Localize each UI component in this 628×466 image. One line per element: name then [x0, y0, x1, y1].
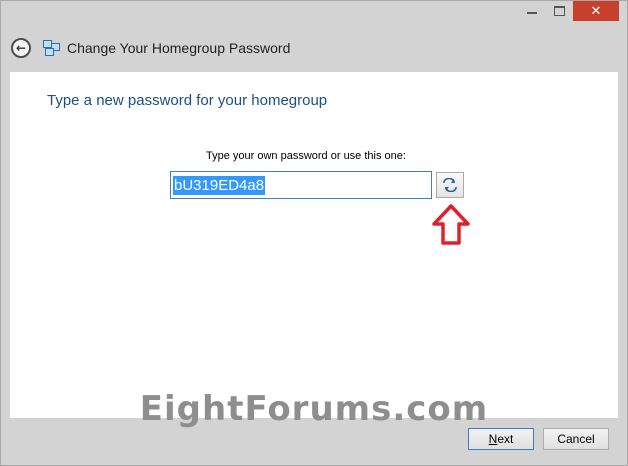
- window-title: Change Your Homegroup Password: [67, 40, 291, 56]
- password-label: Type your own password or use this one:: [206, 150, 406, 162]
- next-label-rest: ext: [497, 432, 514, 446]
- minimize-button[interactable]: [519, 1, 545, 21]
- next-label-accel: N: [488, 432, 498, 446]
- back-button[interactable]: ←: [11, 38, 31, 58]
- homegroup-icon: [43, 40, 61, 56]
- password-input[interactable]: bU319ED4a8: [170, 171, 432, 199]
- footer: Next Cancel: [1, 419, 627, 465]
- maximize-icon: [553, 6, 565, 16]
- annotation-arrow-icon: [432, 204, 470, 245]
- back-arrow-icon: ←: [15, 41, 27, 55]
- maximize-button[interactable]: [546, 1, 572, 21]
- close-icon: ✕: [590, 3, 602, 19]
- cancel-button[interactable]: Cancel: [543, 428, 609, 450]
- password-value: bU319ED4a8: [173, 176, 266, 195]
- next-button[interactable]: Next: [468, 428, 534, 450]
- window: ✕ ← Change Your Homegroup Password Type …: [0, 0, 628, 466]
- window-controls: ✕: [518, 1, 619, 23]
- minimize-icon: [527, 12, 537, 14]
- close-button[interactable]: ✕: [573, 1, 619, 21]
- content-panel: Type a new password for your homegroup T…: [10, 72, 618, 418]
- generate-password-button[interactable]: [436, 172, 464, 198]
- refresh-icon: [443, 178, 457, 192]
- page-heading: Type a new password for your homegroup: [47, 92, 328, 109]
- nav-bar: ← Change Your Homegroup Password: [1, 25, 627, 71]
